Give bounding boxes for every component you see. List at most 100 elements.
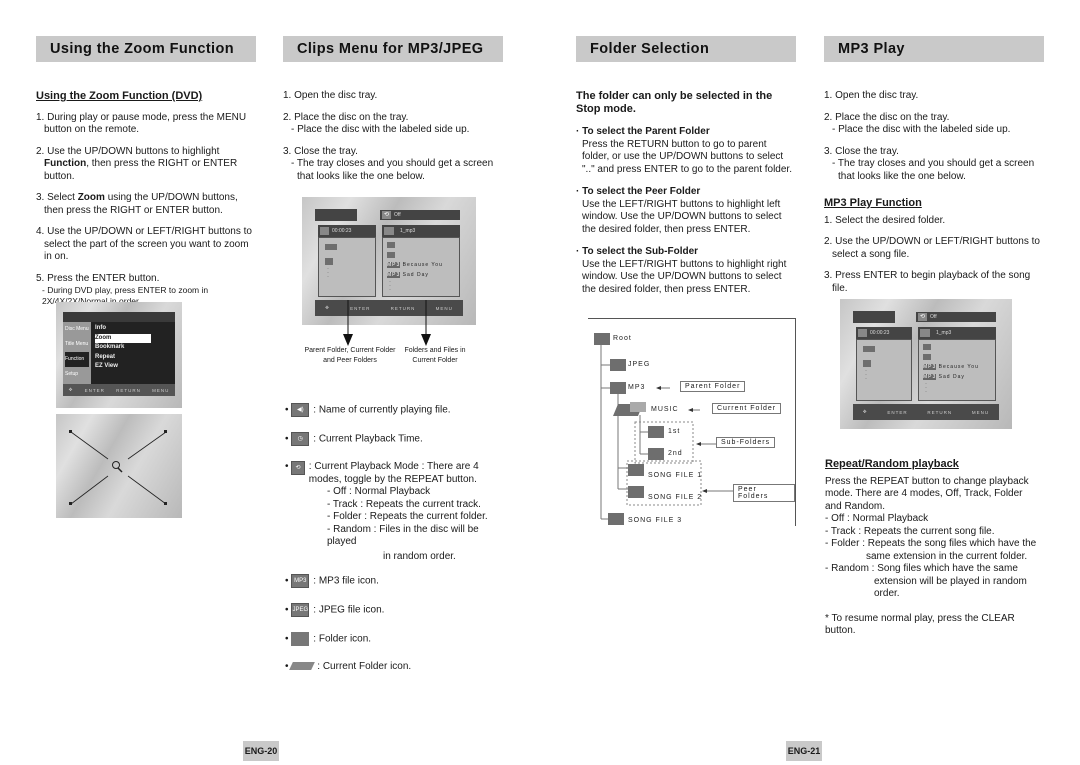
folder-peer-section: · To select the Peer Folder Use the LEFT… [576, 186, 782, 235]
zoom-step-3: 3. Select Zoom using the UP/DOWN buttons… [36, 192, 238, 216]
left-folder-panel: · · · [318, 237, 376, 297]
zoom-subtitle: Using the Zoom Function (DVD) [36, 90, 203, 102]
mode-track: - Track : Repeats the current track. [327, 498, 481, 510]
clips-step-2-note: - Place the disc with the labeled side u… [291, 124, 470, 135]
folder-icon [291, 632, 310, 646]
song-item-2: MP3 Sad Day [387, 272, 429, 278]
folder-icon-song1 [628, 464, 644, 476]
clock-icon: ◷ [291, 432, 310, 446]
file-bar: 1_mp3 [918, 327, 996, 339]
clips-header: Clips Menu for MP3/JPEG [283, 36, 503, 62]
folder-tree-diagram: Root JPEG MP3 MUSIC 1st 2nd SONG FILE 1 … [588, 318, 796, 526]
repeat-mode-off: - Off : Normal Playback [825, 513, 929, 524]
speaker-icon: ◀) [291, 403, 310, 417]
repeat-icon: ⟲ [382, 211, 391, 219]
menu-tab-setup: Setup [65, 371, 79, 377]
legend-playback-time: • ◷: Current Playback Time. [285, 432, 423, 446]
repeat-mode-random-cont: extension will be played in random [874, 575, 1027, 587]
tree-node-2nd: 2nd [668, 450, 683, 457]
legend-jpeg: • JPEG: JPEG file icon. [285, 603, 385, 617]
menu-tab-function: Function [65, 352, 89, 367]
repeat-icon: ⟲ [291, 461, 305, 475]
mp3-func-step-2: 2. Use the UP/DOWN or LEFT/RIGHT buttons… [824, 236, 1040, 260]
clips-callout-arrows [343, 300, 431, 346]
left-folder-panel: · · · [856, 339, 912, 401]
clock-icon [320, 227, 329, 235]
folder-icon-2nd [648, 448, 664, 460]
folder-icon-root [594, 333, 610, 345]
mp3-step-3-note: - The tray closes and you should get a s… [832, 158, 1035, 182]
mp3-step-1: 1. Open the disc tray. [824, 90, 919, 101]
menu-key-label: MENU [152, 387, 170, 393]
legend-playback-mode: • ⟲: Current Playback Mode : There are 4… [285, 461, 505, 563]
page-number-right: ENG-21 [786, 741, 822, 761]
caption-left: Parent Folder, Current Folder and Peer F… [304, 347, 396, 364]
folder-section: Folder Selection The folder can only be … [576, 36, 796, 296]
clear-note: * To resume normal play, press the CLEAR… [825, 612, 1015, 637]
caption-right: Folders and Files in Current Folder [404, 347, 466, 364]
song-item-1: MP3 Because You [923, 364, 979, 370]
zoom-step-4: 4. Use the UP/DOWN or LEFT/RIGHT buttons… [36, 226, 252, 262]
zoom-arrows-graphic [69, 430, 167, 505]
folder-icon-jpeg [610, 359, 626, 371]
folder-icon-song3 [608, 513, 624, 525]
current-folder-icon [325, 244, 337, 250]
zoom-menu-screenshot: Disc Menu Title Menu Function Setup Info… [56, 302, 182, 408]
mp3-step-3: 3. Close the tray. [824, 145, 899, 157]
zoom-section: Using the Zoom Function Using the Zoom F… [36, 36, 256, 307]
zoom-header: Using the Zoom Function [36, 36, 256, 62]
folder-sub-section: · To select the Sub-Folder Use the LEFT/… [576, 246, 787, 295]
current-folder-icon [863, 346, 875, 352]
legend-mp3: • MP3: MP3 file icon. [285, 574, 379, 588]
nav-arrows-icon: ✥ [862, 409, 868, 414]
clips-step-3: 3. Close the tray. [283, 145, 358, 157]
mp3-bottom-bar: ✥ ENTER RETURN MENU [853, 404, 999, 420]
tree-node-song1: SONG FILE 1 [648, 472, 703, 479]
clock-icon [858, 329, 867, 337]
tree-node-music: MUSIC [651, 406, 679, 413]
menu-tab-title: Title Menu [65, 341, 89, 347]
speaker-icon [920, 329, 930, 337]
tree-node-mp3: MP3 [628, 384, 646, 391]
zoom-view-screenshot [56, 414, 182, 518]
folder-icon-song2 [628, 486, 644, 498]
menu-item-bookmark: Bookmark [95, 344, 125, 350]
time-bar: 00:00:23 [318, 225, 376, 237]
repeat-mode-folder: - Folder : Repeats the song files which … [825, 538, 1037, 549]
mp3-func-title: MP3 Play Function [824, 197, 922, 209]
return-key-label: RETURN [116, 387, 141, 393]
mp3-screen-screenshot: ⟲ Off 00:00:23 1_mp3 · · · MP3 Because You… [840, 299, 1012, 429]
zoom-step-5: 5. Press the ENTER button. [36, 272, 160, 284]
folder-icon [923, 344, 931, 350]
menu-item-zoom: Zoom [95, 333, 151, 343]
repeat-mode-track: - Track : Repeats the current song file. [825, 525, 995, 537]
folder-icon [325, 258, 333, 265]
repeat-body: Press the REPEAT button to change playba… [825, 475, 1029, 512]
jpeg-file-icon: JPEG [291, 603, 310, 617]
time-bar: 00:00:23 [856, 327, 912, 339]
repeat-mode-random: - Random : Song files which have the sam… [825, 563, 1018, 574]
menu-item-info: Info [95, 325, 106, 331]
mode-folder: - Folder : Repeats the current folder. [327, 511, 488, 522]
playback-mode-bar: ⟲ Off [380, 210, 460, 220]
tree-node-root: Root [613, 335, 632, 342]
legend-folder: • : Folder icon. [285, 632, 372, 646]
right-file-panel: MP3 Because You MP3 Sad Day · · · [918, 339, 996, 401]
menu-item-repeat: Repeat [95, 353, 116, 360]
mp3-header: MP3 Play [824, 36, 1044, 62]
folder-icon [387, 252, 395, 258]
tree-node-jpeg: JPEG [628, 361, 651, 368]
menu-item-ezview: EZ View [95, 363, 118, 369]
mp3-section: MP3 Play 1. Open the disc tray. 2. Place… [824, 36, 1044, 295]
legend-current-folder: • : Current Folder icon. [285, 661, 412, 672]
repeat-icon: ⟲ [918, 313, 927, 321]
nav-arrows-icon: ✥ [68, 387, 74, 392]
clips-section: Clips Menu for MP3/JPEG 1. Open the disc… [283, 36, 503, 183]
menu-tab-disc: Disc Menu [65, 326, 89, 332]
folder-header: Folder Selection [576, 36, 796, 62]
repeat-mode-random-cont2: order. [874, 588, 900, 599]
folder-icon-mp3 [610, 382, 626, 394]
folder-icon [387, 242, 395, 248]
mp3-func-step-3: 3. Press ENTER to begin playback of the … [824, 270, 1031, 294]
folder-icon [923, 354, 931, 360]
